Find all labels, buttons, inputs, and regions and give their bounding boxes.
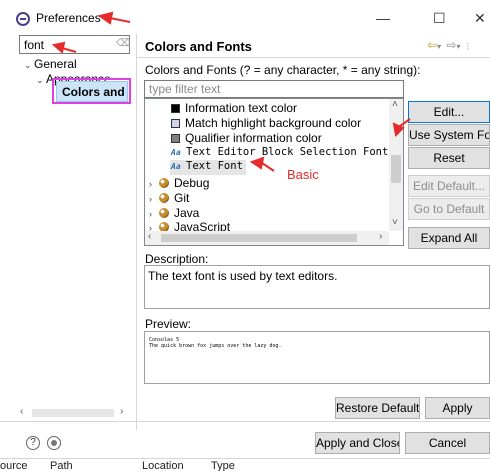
annotation-arrowhead bbox=[249, 156, 265, 170]
annotation-arrowhead bbox=[51, 41, 66, 54]
annotation-label: Basic bbox=[287, 167, 319, 182]
annotation-arrow-filter bbox=[61, 47, 77, 53]
annotation-arrows bbox=[51, 11, 411, 172]
annotation-arrowhead bbox=[97, 11, 114, 25]
annotation-arrow-text-font bbox=[261, 162, 275, 172]
annotation-arrow-title bbox=[109, 17, 131, 23]
